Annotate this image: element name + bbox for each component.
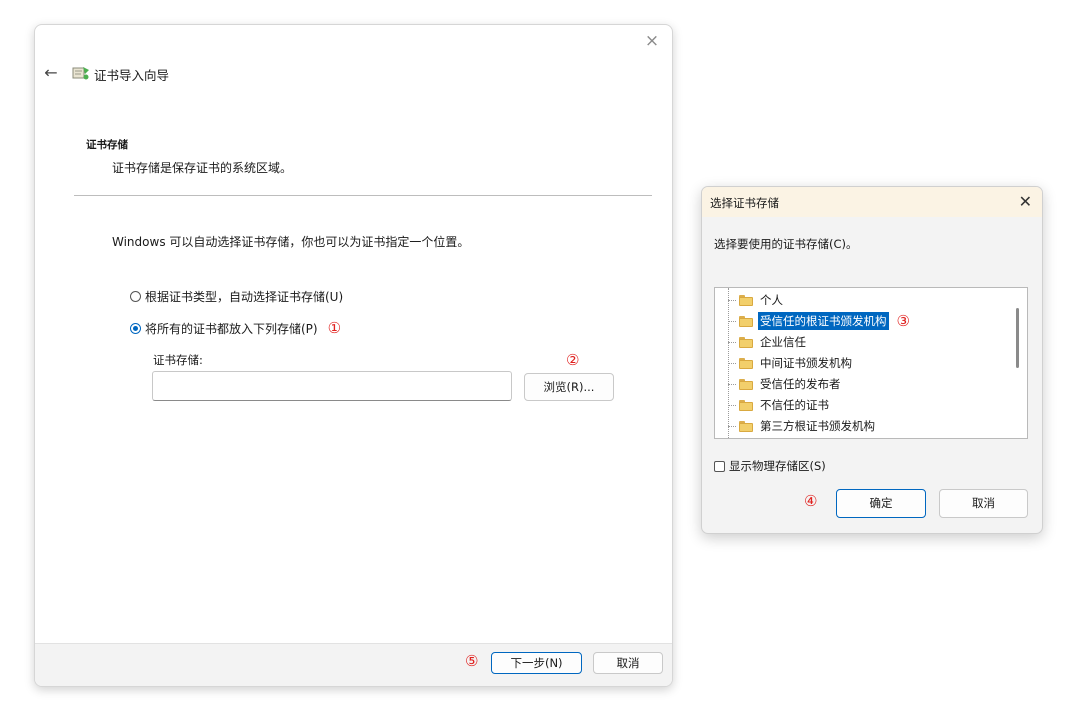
folder-icon: [739, 378, 753, 390]
radio-button-checked[interactable]: [130, 322, 141, 334]
folder-icon: [739, 336, 753, 348]
step-marker-3: ③: [896, 312, 910, 330]
tree-item-third-party-root[interactable]: 第三方根证书颁发机构: [728, 416, 877, 436]
tree-item-label: 第三方根证书颁发机构: [760, 419, 875, 433]
tree-item-label: 企业信任: [760, 335, 806, 349]
tree-item-label: 受信任的根证书颁发机构: [758, 312, 889, 330]
tree-item-intermediate[interactable]: 中间证书颁发机构: [728, 353, 854, 373]
dialog-prompt: 选择要使用的证书存储(C)。: [714, 237, 858, 251]
folder-icon: [739, 420, 753, 432]
tree-item-label: 不信任的证书: [760, 398, 829, 412]
tree-scrollbar[interactable]: [1016, 308, 1019, 368]
tree-item-trusted-publishers[interactable]: 受信任的发布者: [728, 374, 843, 394]
section-description: 证书存储是保存证书的系统区域。: [112, 161, 293, 175]
radio-place-all[interactable]: 将所有的证书都放入下列存储(P) ①: [130, 319, 341, 337]
browse-button[interactable]: 浏览(R)...: [524, 373, 614, 401]
dialog-title: 选择证书存储: [710, 196, 779, 210]
tree-item-personal[interactable]: 个人: [728, 290, 785, 310]
store-input[interactable]: [152, 371, 512, 401]
tree-item-label: 个人: [760, 293, 783, 307]
close-icon[interactable]: ✕: [1019, 192, 1032, 212]
radio-place-all-label: 将所有的证书都放入下列存储(P): [145, 321, 318, 336]
next-button[interactable]: 下一步(N): [491, 652, 582, 674]
certificate-import-wizard: × ← 证书导入向导 证书存储 证书存储是保存证书的系统区域。 Windows …: [34, 24, 673, 687]
step-marker-2: ②: [566, 351, 580, 369]
wizard-title: 证书导入向导: [94, 68, 170, 83]
store-tree[interactable]: 个人 受信任的根证书颁发机构 ③ 企业信任 中间证书颁发机构 受信任的发布者 不…: [714, 287, 1028, 439]
show-physical-checkbox[interactable]: 显示物理存储区(S): [714, 458, 826, 474]
step-marker-4: ④: [804, 492, 818, 510]
divider: [74, 195, 652, 196]
cancel-button[interactable]: 取消: [593, 652, 663, 674]
checkbox[interactable]: [714, 460, 725, 472]
store-label: 证书存储:: [153, 353, 203, 367]
select-store-dialog: 选择证书存储 ✕ 选择要使用的证书存储(C)。 个人 受信任的根证书颁发机构 ③…: [701, 186, 1043, 534]
back-arrow-icon[interactable]: ←: [41, 63, 61, 83]
ok-button[interactable]: 确定: [836, 489, 926, 518]
folder-icon: [739, 357, 753, 369]
tree-item-trusted-root[interactable]: 受信任的根证书颁发机构 ③: [728, 311, 910, 331]
radio-auto-select[interactable]: 根据证书类型，自动选择证书存储(U): [130, 288, 343, 305]
section-title: 证书存储: [86, 139, 128, 151]
certificate-wizard-icon: [72, 67, 89, 80]
folder-icon: [739, 315, 753, 327]
close-icon[interactable]: ×: [642, 31, 662, 51]
step-marker-5: ⑤: [465, 652, 479, 670]
folder-icon: [739, 399, 753, 411]
tree-item-untrusted[interactable]: 不信任的证书: [728, 395, 831, 415]
tree-item-enterprise-trust[interactable]: 企业信任: [728, 332, 808, 352]
radio-auto-select-label: 根据证书类型，自动选择证书存储(U): [145, 290, 344, 304]
tree-item-label: 受信任的发布者: [760, 377, 841, 391]
tree-item-label: 中间证书颁发机构: [760, 356, 852, 370]
step-marker-1: ①: [327, 319, 342, 337]
radio-button[interactable]: [130, 291, 141, 302]
intro-text: Windows 可以自动选择证书存储，你也可以为证书指定一个位置。: [112, 235, 470, 249]
folder-icon: [739, 294, 753, 306]
show-physical-label: 显示物理存储区(S): [729, 459, 826, 473]
dialog-cancel-button[interactable]: 取消: [939, 489, 1028, 518]
